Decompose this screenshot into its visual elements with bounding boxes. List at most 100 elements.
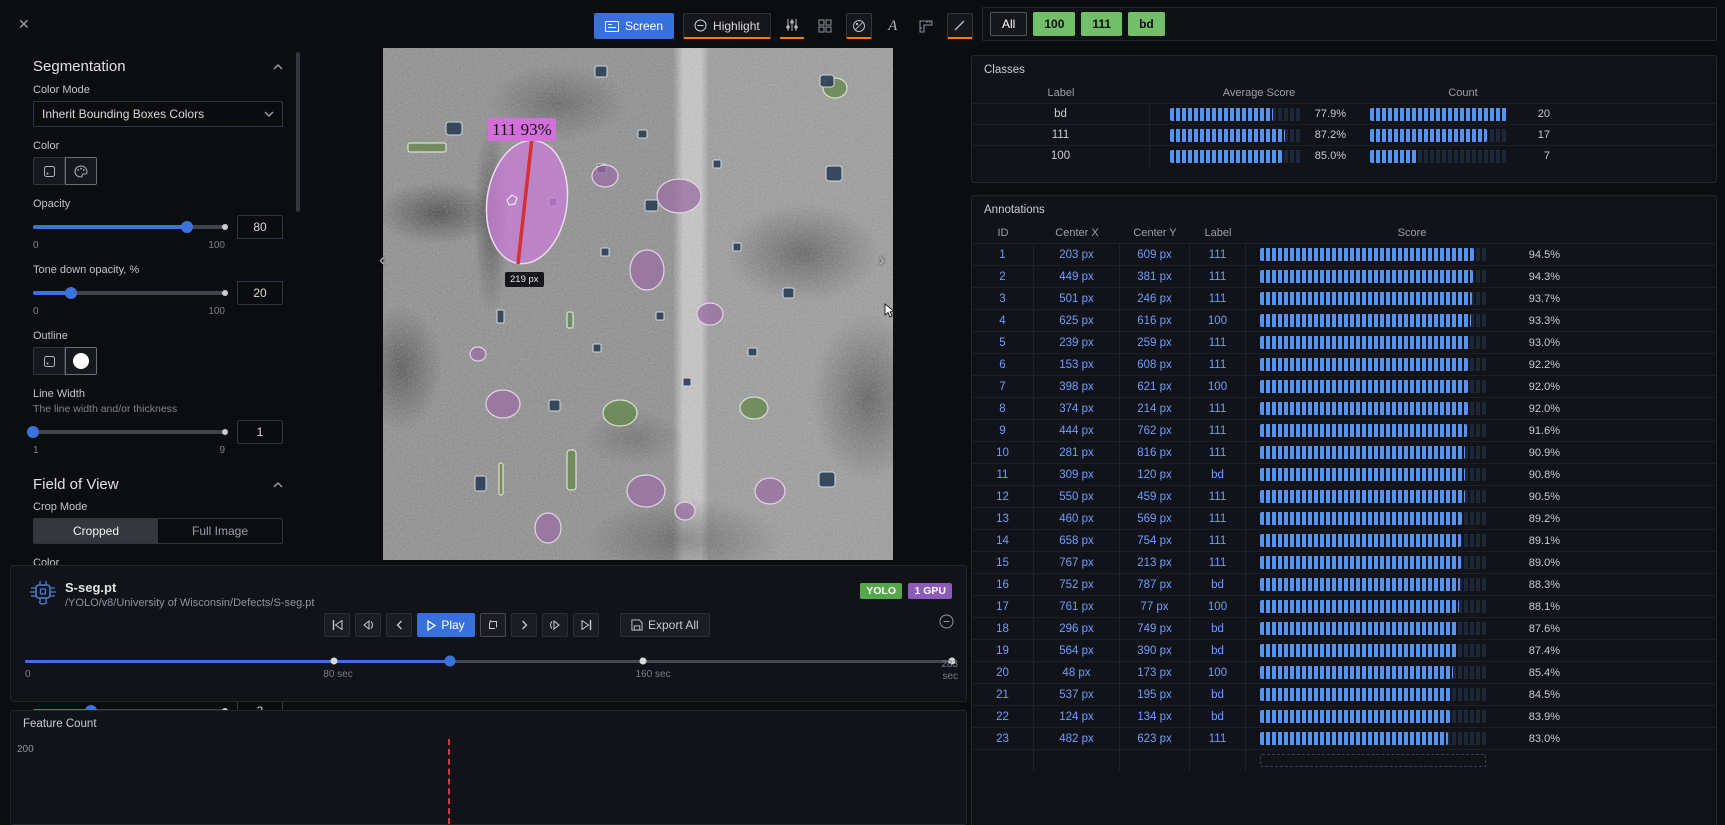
app-window: ✕ Screen Highlight A [0,0,1725,825]
crop-mode-label: Crop Mode [33,501,283,513]
grid-layout-icon[interactable] [813,13,837,39]
class-row[interactable]: bd 77.9% 20 [972,103,1716,124]
text-label-icon[interactable]: A [881,13,905,39]
avg-score-bar [1170,150,1302,163]
screen-mode-button[interactable]: Screen [594,13,674,39]
skip-to-start-button[interactable] [324,613,350,637]
close-icon[interactable]: ✕ [18,16,30,33]
annotations-title: Annotations [972,196,1716,222]
collapse-panel-icon[interactable] [939,614,954,629]
table-row[interactable]: 4625 px616 px100 93.3% [972,309,1716,331]
crop-mode-full-image[interactable]: Full Image [158,519,282,543]
next-detection-button[interactable] [542,613,568,637]
table-row[interactable]: 16752 px787 pxbd 88.3% [972,573,1716,595]
table-row-placeholder [972,749,1716,771]
table-row[interactable]: 23482 px623 px111 83.0% [972,727,1716,749]
class-filter-chip[interactable]: 100 [1033,12,1075,36]
score-bar [1260,446,1486,459]
color-mode-select[interactable]: Inherit Bounding Boxes Colors [33,101,283,127]
score-bar [1260,380,1486,393]
score-bar [1260,468,1486,481]
table-row[interactable]: 8374 px214 px111 92.0% [972,397,1716,419]
line-width-input[interactable] [237,420,283,444]
table-row[interactable]: 7398 px621 px100 92.0% [972,375,1716,397]
segmentation-section-title: Segmentation [33,58,126,75]
prev-frame-arrow[interactable]: ‹ [379,250,385,270]
table-row[interactable]: 6153 px608 px111 92.2% [972,353,1716,375]
classes-title: Classes [972,56,1716,82]
timeline-marker-dot[interactable] [330,658,337,665]
chevron-down-icon [264,111,274,117]
score-bar [1260,336,1486,349]
mouse-cursor [884,303,896,319]
timeline-marker-label: 160 sec [635,669,670,680]
table-row[interactable]: 19564 px390 pxbd 87.4% [972,639,1716,661]
export-all-button[interactable]: Export All [620,613,710,637]
opacity-input[interactable] [237,215,283,239]
table-row[interactable]: 18296 px749 pxbd 87.6% [972,617,1716,639]
timeline-slider[interactable] [25,654,952,668]
line-width-slider[interactable] [33,425,225,439]
crop-mode-cropped[interactable]: Cropped [34,519,158,543]
score-bar [1260,314,1486,327]
model-framework-badge: YOLO [860,583,902,599]
prev-detection-button[interactable] [355,613,381,637]
score-bar [1260,644,1486,657]
color-palette-button[interactable] [65,157,97,185]
class-row[interactable]: 111 87.2% 17 [972,124,1716,145]
score-bar [1260,490,1486,503]
class-filter-chip[interactable]: 111 [1081,12,1122,36]
sidebar-scrollbar[interactable] [296,52,300,212]
skip-to-end-button[interactable] [573,613,599,637]
selected-annotation-label: 111 93% [488,118,556,141]
table-row[interactable]: 2048 px173 px100 85.4% [972,661,1716,683]
table-row[interactable]: 13460 px569 px111 89.2% [972,507,1716,529]
play-button[interactable]: Play [417,613,475,637]
image-viewer[interactable]: 111 93% 219 px [383,48,893,560]
playback-controls: Play Export All [324,613,710,637]
step-back-button[interactable] [386,613,412,637]
table-row[interactable]: 15767 px213 px111 89.0% [972,551,1716,573]
table-row[interactable]: 5239 px259 px111 93.0% [972,331,1716,353]
timeline-playhead[interactable] [444,656,455,667]
table-row[interactable]: 17761 px77 px100 88.1% [972,595,1716,617]
class-row[interactable]: 100 85.0% 7 [972,145,1716,166]
fill-style-icon[interactable] [846,13,872,39]
class-filter-chip[interactable]: All [990,12,1027,36]
score-bar [1260,578,1486,591]
collapse-chevron-icon[interactable] [273,482,283,488]
table-row[interactable]: 3501 px246 px111 93.7% [972,287,1716,309]
table-row[interactable]: 10281 px816 px111 90.9% [972,441,1716,463]
table-row[interactable]: 11309 px120 pxbd 90.8% [972,463,1716,485]
circle-minus-icon [694,19,707,32]
ruler-corner-icon[interactable] [914,13,938,39]
count-bar [1370,108,1508,121]
table-row[interactable]: 22124 px134 pxbd 83.9% [972,705,1716,727]
model-name: S-seg.pt [65,580,116,595]
annotations-panel: Annotations ID Center X Center Y Label S… [971,195,1717,825]
filters-sliders-icon[interactable] [780,13,804,39]
count-bar [1370,129,1508,142]
table-row[interactable]: 1203 px609 px111 94.5% [972,243,1716,265]
table-row[interactable]: 9444 px762 px111 91.6% [972,419,1716,441]
tone-down-opacity-slider[interactable] [33,286,225,300]
color-box-button[interactable] [33,157,65,185]
class-filter-chip[interactable]: bd [1128,12,1165,36]
table-row[interactable]: 14658 px754 px111 89.1% [972,529,1716,551]
next-frame-arrow[interactable]: › [879,250,885,270]
step-forward-button[interactable] [511,613,537,637]
loop-button[interactable] [480,613,506,637]
outline-color-button[interactable] [65,347,97,375]
tone-down-opacity-input[interactable] [237,281,283,305]
table-row[interactable]: 12550 px459 px111 90.5% [972,485,1716,507]
timeline-marker-dot[interactable] [640,658,647,665]
outline-label: Outline [33,330,283,342]
collapse-chevron-icon[interactable] [273,64,283,70]
outline-box-button[interactable] [33,347,65,375]
table-row[interactable]: 21537 px195 pxbd 84.5% [972,683,1716,705]
table-row[interactable]: 2449 px381 px111 94.3% [972,265,1716,287]
opacity-slider[interactable] [33,220,225,234]
score-bar [1260,534,1486,547]
highlight-mode-button[interactable]: Highlight [683,13,771,39]
line-tool-icon[interactable] [947,13,973,39]
